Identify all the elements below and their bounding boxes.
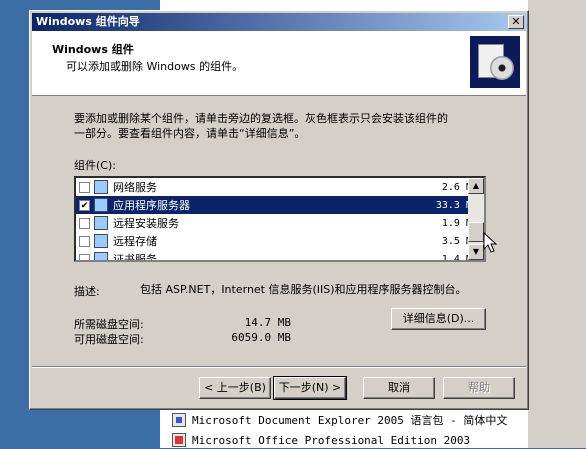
description-label: 描述: [74,285,100,298]
disk-available-value: 6059.0 MB [231,331,291,344]
component-checkbox[interactable] [79,235,90,247]
cancel-button[interactable]: 取消 [363,377,435,399]
remote-install-icon [94,216,108,230]
header-title: Windows 组件 [52,43,134,56]
component-row-selected[interactable]: ✔ 应用程序服务器 33.3 MB [76,196,484,214]
background-list-item[interactable]: Microsoft Document Explorer 2005 语言包 - 简… [172,411,507,429]
header-subtitle: 可以添加或删除 Windows 的组件。 [66,60,244,73]
component-name: 证书服务 [113,253,157,262]
network-services-icon [94,180,108,194]
next-button[interactable]: 下一步(N) > [273,376,347,400]
component-row[interactable]: 远程存储 3.5 MB [76,232,484,250]
office-icon [172,433,186,447]
details-button[interactable]: 详细信息(D)... [391,308,486,330]
component-checkbox[interactable] [79,217,90,229]
scroll-thumb[interactable] [468,222,484,242]
cd-graphic [490,56,514,80]
disk-required-label: 所需磁盘空间: [74,318,144,331]
instructions: 要添加或删除某个组件，请单击旁边的复选框。灰色框表示只会安装该组件的 一部分。要… [74,111,494,141]
background-item-label: Microsoft Document Explorer 2005 语言包 - 简… [192,414,508,427]
mouse-cursor-icon [483,232,497,253]
close-icon: ✕ [511,15,521,28]
background-item-label: Microsoft Office Professional Edition 20… [192,433,471,447]
component-name: 远程存储 [113,235,157,248]
component-checkbox[interactable] [79,181,90,193]
scroll-down-icon[interactable]: ▼ [468,244,484,260]
window-title: Windows 组件向导 [36,15,140,28]
certificate-services-icon [94,252,108,260]
remote-storage-icon [94,234,108,248]
component-name: 远程安装服务 [113,217,179,230]
back-button[interactable]: < 上一步(B) [199,377,271,399]
title-bar[interactable]: Windows 组件向导 ✕ [32,13,526,31]
component-checkbox-checked[interactable]: ✔ [79,199,90,211]
components-box-icon [470,36,520,88]
instructions-line1: 要添加或删除某个组件，请单击旁边的复选框。灰色框表示只会安装该组件的 [74,112,448,125]
component-row[interactable]: 网络服务 2.6 MB [76,178,484,196]
component-row[interactable]: 证书服务 1.4 MB [76,250,484,262]
wizard-header: Windows 组件 可以添加或删除 Windows 的组件。 [32,31,526,96]
component-name: 应用程序服务器 [111,197,398,213]
close-button[interactable]: ✕ [508,15,524,29]
component-row[interactable]: 远程安装服务 1.9 MB [76,214,484,232]
disk-available-label: 可用磁盘空间: [74,333,144,346]
background-list-item[interactable]: Microsoft Office Professional Edition 20… [172,431,470,449]
scroll-up-icon[interactable]: ▲ [468,178,484,194]
windows-components-wizard: Windows 组件向导 ✕ Windows 组件 可以添加或删除 Window… [29,10,529,410]
button-separator [32,366,526,368]
application-server-icon [94,198,108,212]
component-checkbox[interactable] [79,253,90,260]
components-list[interactable]: 网络服务 2.6 MB ✔ 应用程序服务器 33.3 MB 远程安装服务 1.9… [74,176,486,262]
package-icon [172,413,186,427]
help-button[interactable]: 帮助 [443,377,515,399]
component-name: 网络服务 [113,181,157,194]
components-label: 组件(C): [74,159,116,172]
instructions-line2: 一部分。要查看组件内容，请单击“详细信息”。 [74,127,306,140]
description-text: 包括 ASP.NET，Internet 信息服务(IIS)和应用程序服务器控制台… [140,283,467,296]
disk-required-value: 14.7 MB [244,316,291,329]
list-scrollbar[interactable]: ▲ ▼ [468,178,484,260]
background-window-edge [528,0,586,448]
